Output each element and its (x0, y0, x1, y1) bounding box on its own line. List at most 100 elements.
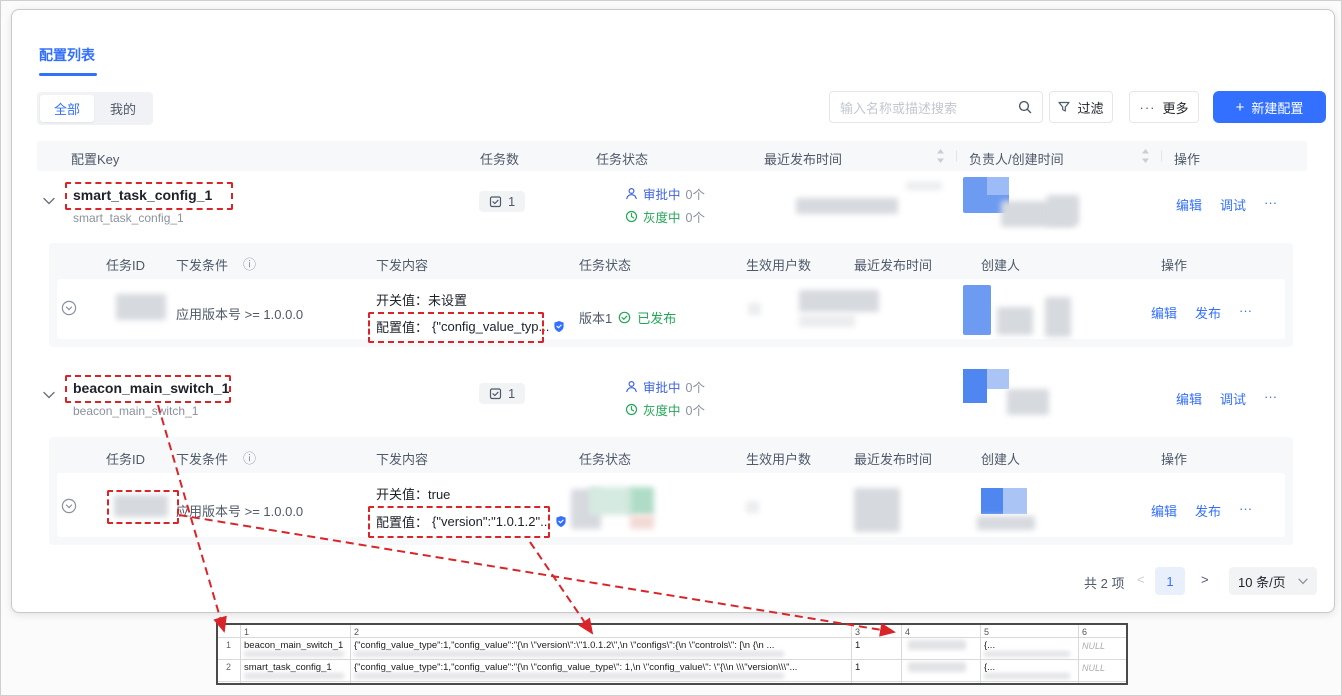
page-title[interactable]: 配置列表 (39, 45, 95, 65)
subrow-more-link[interactable]: ··· (1239, 501, 1252, 520)
redacted-block (354, 651, 784, 657)
tab-mine[interactable]: 我的 (96, 95, 150, 122)
subrow-actions: 编辑 发布 ··· (1151, 501, 1252, 520)
redacted-block (748, 303, 761, 315)
db-col-header: 4 (905, 627, 910, 637)
switch-value-line: 开关值：未设置 (376, 290, 467, 309)
subcol-task-id: 任务ID (106, 449, 145, 468)
tab-all[interactable]: 全部 (40, 95, 94, 122)
status-graying-label: 灰度中 (643, 400, 681, 419)
chevron-down-icon[interactable] (43, 391, 55, 399)
publish-link[interactable]: 发布 (1195, 501, 1221, 520)
sort-icon-owner[interactable] (1141, 148, 1150, 164)
avatar (987, 177, 1009, 195)
redacted-block (244, 673, 344, 679)
grid-line (240, 625, 241, 683)
db-cell-col3[interactable]: 1 (855, 640, 895, 651)
db-col-header: 3 (855, 627, 860, 637)
page-size-select[interactable]: 10 条/页 (1229, 567, 1317, 595)
db-cell-json[interactable]: {"config_value_type":1,"config_value":"{… (354, 662, 848, 673)
config-value: {"config_value_typ... (432, 319, 549, 334)
active-tab-underline (39, 73, 97, 76)
redacted-block (984, 673, 1070, 679)
subcol-content: 下发内容 (376, 255, 428, 274)
switch-value: 未设置 (428, 293, 467, 308)
config-value-line: 配置值：{"version":"1.0.1.2"... (376, 512, 567, 531)
search-icon[interactable] (1018, 100, 1032, 114)
db-cell-col5[interactable]: {... (984, 640, 1072, 651)
filter-button[interactable]: 过滤 (1049, 91, 1113, 123)
db-cell-col5[interactable]: {... (984, 662, 1072, 673)
scope-segmented-control: 全部 我的 (37, 92, 153, 125)
redacted-block (244, 651, 344, 657)
task-count-badge: 1 (479, 191, 525, 212)
subcol-condition: 下发条件 (176, 449, 228, 468)
pagination-next-button[interactable]: > (1201, 572, 1209, 587)
status-approving-count: 0个 (686, 377, 705, 396)
pagination-page-1[interactable]: 1 (1155, 567, 1185, 595)
row-actions: 编辑 调试 ··· (1176, 389, 1277, 408)
chevron-down-icon (1298, 578, 1308, 585)
chevron-down-icon[interactable] (43, 197, 55, 205)
info-icon[interactable]: ⓘ (243, 448, 256, 467)
row-more-link[interactable]: ··· (1264, 195, 1277, 214)
redacted-block (977, 516, 1035, 530)
more-button[interactable]: ··· 更多 (1129, 91, 1199, 123)
avatar (981, 488, 1003, 514)
row-actions: 编辑 调试 ··· (1176, 195, 1277, 214)
subcol-status: 任务状态 (579, 449, 631, 468)
config-value-line: 配置值：{"config_value_typ... (376, 317, 565, 336)
db-cell-null[interactable]: NULL (1082, 641, 1105, 651)
subrow-more-link[interactable]: ··· (1239, 303, 1252, 322)
search-input[interactable]: 输入名称或描述搜索 (829, 91, 1043, 123)
copy-icon[interactable] (553, 320, 565, 333)
clipboard-check-icon (489, 195, 502, 208)
pagination-prev-button[interactable]: < (1137, 572, 1145, 587)
clock-icon (625, 403, 638, 416)
col-header-actions: 操作 (1174, 149, 1200, 168)
row-more-link[interactable]: ··· (1264, 389, 1277, 408)
filter-label: 过滤 (1077, 98, 1103, 117)
db-cell-json[interactable]: {"config_value_type":1,"config_value":"{… (354, 640, 848, 651)
debug-link[interactable]: 调试 (1220, 195, 1246, 214)
redacted-block (906, 182, 942, 190)
switch-label: 开关值： (376, 487, 428, 502)
subcol-actions: 操作 (1161, 449, 1187, 468)
db-row-number: 1 (226, 640, 231, 650)
create-config-button[interactable]: + 新建配置 (1213, 91, 1326, 123)
redacted-block (908, 662, 966, 672)
publish-link[interactable]: 发布 (1195, 303, 1221, 322)
condition-text: 应用版本号 >= 1.0.0.0 (176, 501, 303, 520)
db-cell-null[interactable]: NULL (1082, 663, 1105, 673)
redacted-task-id (116, 294, 166, 320)
redacted-block (630, 515, 654, 529)
subcol-status: 任务状态 (579, 255, 631, 274)
redacted-block (796, 198, 898, 214)
edit-link[interactable]: 编辑 (1151, 303, 1177, 322)
sort-icon-publish-time[interactable] (936, 148, 945, 164)
version-status: 版本1 已发布 (579, 308, 676, 327)
redacted-block (746, 501, 759, 513)
edit-link[interactable]: 编辑 (1176, 389, 1202, 408)
person-icon (625, 380, 638, 393)
copy-icon[interactable] (555, 515, 567, 528)
config-key-link[interactable]: beacon_main_switch_1 (73, 380, 229, 396)
subcol-creator: 创建人 (981, 449, 1020, 468)
debug-link[interactable]: 调试 (1220, 389, 1246, 408)
status-approving-label: 审批中 (643, 184, 681, 203)
config-key-link[interactable]: smart_task_config_1 (73, 187, 212, 203)
grid-line (350, 625, 351, 683)
edit-link[interactable]: 编辑 (1176, 195, 1202, 214)
db-cell-name[interactable]: smart_task_config_1 (244, 662, 348, 673)
expand-circle-icon[interactable] (61, 498, 77, 514)
edit-link[interactable]: 编辑 (1151, 501, 1177, 520)
screenshot-stage: 配置列表 全部 我的 输入名称或描述搜索 过滤 ··· 更多 + 新建配置 配置… (0, 0, 1342, 696)
redacted-block (1047, 195, 1079, 225)
db-cell-col3[interactable]: 1 (855, 662, 895, 673)
db-cell-name[interactable]: beacon_main_switch_1 (244, 640, 348, 651)
expand-circle-icon[interactable] (61, 300, 77, 316)
avatar (1003, 488, 1027, 514)
info-icon[interactable]: ⓘ (243, 254, 256, 273)
col-header-config-key: 配置Key (71, 149, 119, 168)
funnel-icon (1058, 101, 1070, 113)
